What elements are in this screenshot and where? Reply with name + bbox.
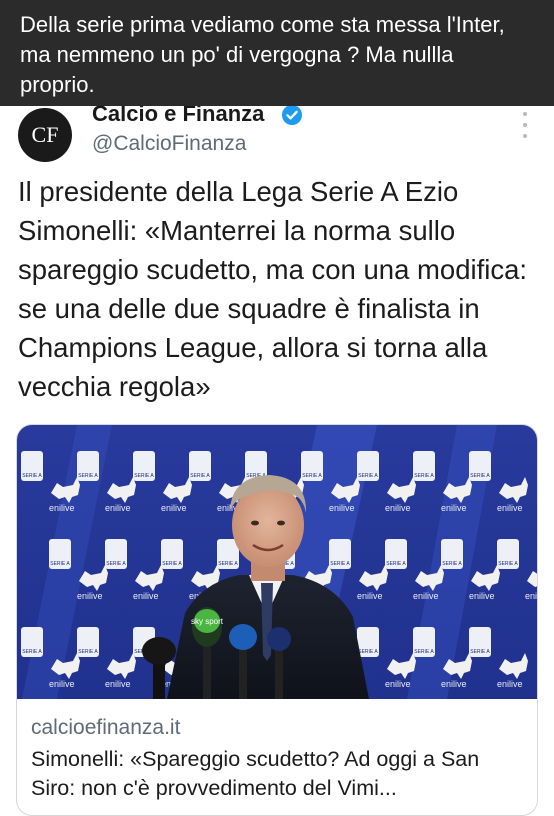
serie-a-logo-text: SERIE A bbox=[358, 649, 378, 655]
card-title[interactable]: Simonelli: «Spareggio scudetto? Ad oggi … bbox=[31, 745, 525, 803]
enilive-logo-text: enilive bbox=[49, 679, 75, 689]
enilive-dog-icon bbox=[107, 477, 136, 503]
serie-a-logo-text: SERIE A bbox=[470, 649, 490, 655]
serie-a-logo-text: SERIE A bbox=[106, 561, 126, 567]
enilive-logo-text: enilive bbox=[329, 503, 355, 513]
serie-a-logo-text: SERIE A bbox=[498, 561, 518, 567]
enilive-dog-icon bbox=[107, 653, 136, 679]
enilive-logo-text: enilive bbox=[525, 591, 537, 601]
comment-overlay: Della serie prima vediamo come sta messa… bbox=[0, 0, 554, 106]
serie-a-logo-text: SERIE A bbox=[470, 473, 490, 479]
mic-brand-label: sky sport bbox=[191, 617, 224, 626]
serie-a-logo-text: SERIE A bbox=[22, 473, 42, 479]
serie-a-logo-text: SERIE A bbox=[50, 561, 70, 567]
enilive-logo-text: enilive bbox=[497, 679, 523, 689]
avatar-text: CF bbox=[31, 122, 59, 147]
enilive-logo-text: enilive bbox=[469, 591, 495, 601]
enilive-dog-icon bbox=[527, 571, 537, 587]
enilive-logo-text: enilive bbox=[357, 591, 383, 601]
handle[interactable]: @CalcioFinanza bbox=[92, 130, 246, 158]
serie-a-logo-text: SERIE A bbox=[162, 561, 182, 567]
verified-badge-icon bbox=[282, 105, 302, 125]
serie-a-logo-text: SERIE A bbox=[330, 561, 350, 567]
serie-a-logo-text: SERIE A bbox=[190, 473, 210, 479]
serie-a-logo-text: SERIE A bbox=[442, 561, 462, 567]
enilive-logo-text: enilive bbox=[385, 679, 411, 689]
serie-a-logo-text: SERIE A bbox=[22, 649, 42, 655]
serie-a-logo-text: SERIE A bbox=[302, 473, 322, 479]
enilive-dog-icon bbox=[135, 565, 164, 591]
enilive-dog-icon bbox=[79, 565, 108, 591]
enilive-logo-text: enilive bbox=[105, 679, 131, 689]
avatar[interactable]: CF bbox=[18, 108, 72, 162]
more-vertical-icon[interactable] bbox=[516, 112, 534, 138]
enilive-logo-text: enilive bbox=[161, 503, 187, 513]
enilive-logo-text: enilive bbox=[497, 503, 523, 513]
tweet-text: Il presidente della Lega Serie A Ezio Si… bbox=[18, 176, 528, 402]
enilive-logo-text: enilive bbox=[49, 503, 75, 513]
enilive-logo-text: enilive bbox=[105, 503, 131, 513]
link-card[interactable]: SERIE A enilive SERIE A enilive SERIE A enili… bbox=[16, 424, 538, 816]
enilive-logo-text: enilive bbox=[413, 591, 439, 601]
serie-a-logo-text: SERIE A bbox=[358, 473, 378, 479]
enilive-logo-text: enilive bbox=[77, 591, 103, 601]
serie-a-logo-text: SERIE A bbox=[78, 473, 98, 479]
serie-a-logo-text: SERIE A bbox=[414, 473, 434, 479]
serie-a-logo-text: SERIE A bbox=[218, 561, 238, 567]
enilive-dog-icon bbox=[471, 565, 500, 591]
enilive-dog-icon bbox=[359, 565, 388, 591]
serie-a-logo-text: SERIE A bbox=[414, 649, 434, 655]
card-image[interactable]: SERIE A enilive SERIE A enilive SERIE A enili… bbox=[17, 425, 537, 699]
serie-a-logo-text: SERIE A bbox=[78, 649, 98, 655]
enilive-dog-icon bbox=[163, 477, 192, 503]
serie-a-logo-text: SERIE A bbox=[386, 561, 406, 567]
enilive-logo-text: enilive bbox=[441, 679, 467, 689]
enilive-dog-icon bbox=[387, 477, 416, 503]
enilive-logo-text: enilive bbox=[133, 591, 159, 601]
press-conference-photo: SERIE A enilive SERIE A enilive SERIE A enili… bbox=[21, 425, 537, 699]
enilive-dog-icon bbox=[499, 653, 528, 679]
overlay-comment-text: Della serie prima vediamo come sta messa… bbox=[20, 12, 505, 97]
enilive-logo-text: enilive bbox=[441, 503, 467, 513]
enilive-dog-icon bbox=[499, 477, 528, 503]
enilive-logo-text: enilive bbox=[385, 503, 411, 513]
serie-a-logo-text: SERIE A bbox=[134, 473, 154, 479]
card-domain[interactable]: calcioefinanza.it bbox=[31, 715, 180, 741]
